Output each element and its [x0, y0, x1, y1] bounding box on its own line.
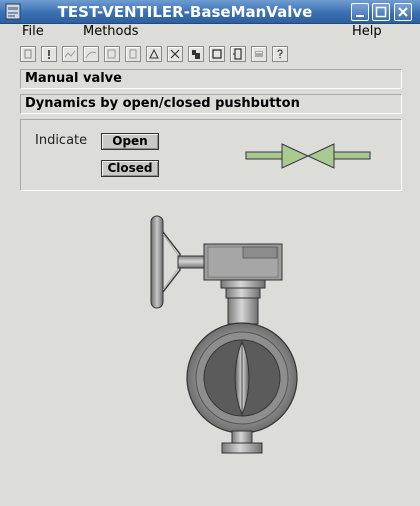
- event-icon: [48, 50, 50, 59]
- minimize-button[interactable]: [351, 3, 369, 21]
- app-icon[interactable]: [5, 3, 21, 20]
- graph-button[interactable]: [20, 46, 36, 62]
- object-button[interactable]: [104, 46, 120, 62]
- help-icon: [277, 49, 283, 59]
- close-icon: [398, 7, 408, 17]
- rtnavigator-icon: [212, 49, 222, 59]
- dynamics-description: Dynamics by open/closed pushbutton: [20, 94, 402, 114]
- circuit-button[interactable]: [230, 46, 246, 62]
- title-bar: TEST-VENTILER-BaseManValve: [0, 0, 420, 24]
- note-icon: [255, 51, 263, 57]
- object-description: Manual valve: [20, 69, 402, 89]
- fast-curve-icon: [85, 51, 97, 59]
- trend-icon: [64, 50, 76, 58]
- valve-symbol-icon: [245, 143, 371, 169]
- open-button[interactable]: Open: [101, 133, 159, 150]
- rtnavigator-button[interactable]: [209, 46, 225, 62]
- open-object-button[interactable]: [125, 46, 141, 62]
- minimize-icon: [356, 15, 364, 17]
- help-class-icon: [170, 49, 180, 59]
- graph-icon: [24, 49, 32, 59]
- circuit-icon: [233, 48, 242, 60]
- menu-file[interactable]: File: [22, 24, 44, 40]
- closed-button[interactable]: Closed: [101, 160, 159, 177]
- event-button[interactable]: [41, 46, 57, 62]
- indicate-panel: Indicate Open Closed: [20, 119, 402, 191]
- menu-methods[interactable]: Methods: [83, 24, 139, 40]
- help-class-button[interactable]: [167, 46, 183, 62]
- window-title: TEST-VENTILER-BaseManValve: [57, 3, 313, 21]
- maximize-icon: [375, 6, 387, 18]
- crossref-icon: [149, 48, 159, 59]
- crossref-button[interactable]: [146, 46, 162, 62]
- menu-bar: File Methods Help: [0, 24, 420, 40]
- fast-curve-button[interactable]: [83, 46, 99, 62]
- menu-help[interactable]: Help: [352, 24, 382, 40]
- open-object-icon: [129, 49, 137, 59]
- indicate-label: Indicate: [35, 133, 88, 148]
- close-button[interactable]: [394, 3, 412, 21]
- trend-button[interactable]: [62, 46, 78, 62]
- maximize-button[interactable]: [372, 3, 390, 21]
- help-button[interactable]: [272, 46, 288, 62]
- datasheet-icon: [192, 50, 200, 59]
- datasheet-button[interactable]: [188, 46, 204, 62]
- note-button[interactable]: [251, 46, 267, 62]
- object-icon: [107, 49, 116, 59]
- butterfly-valve-icon: [150, 215, 298, 454]
